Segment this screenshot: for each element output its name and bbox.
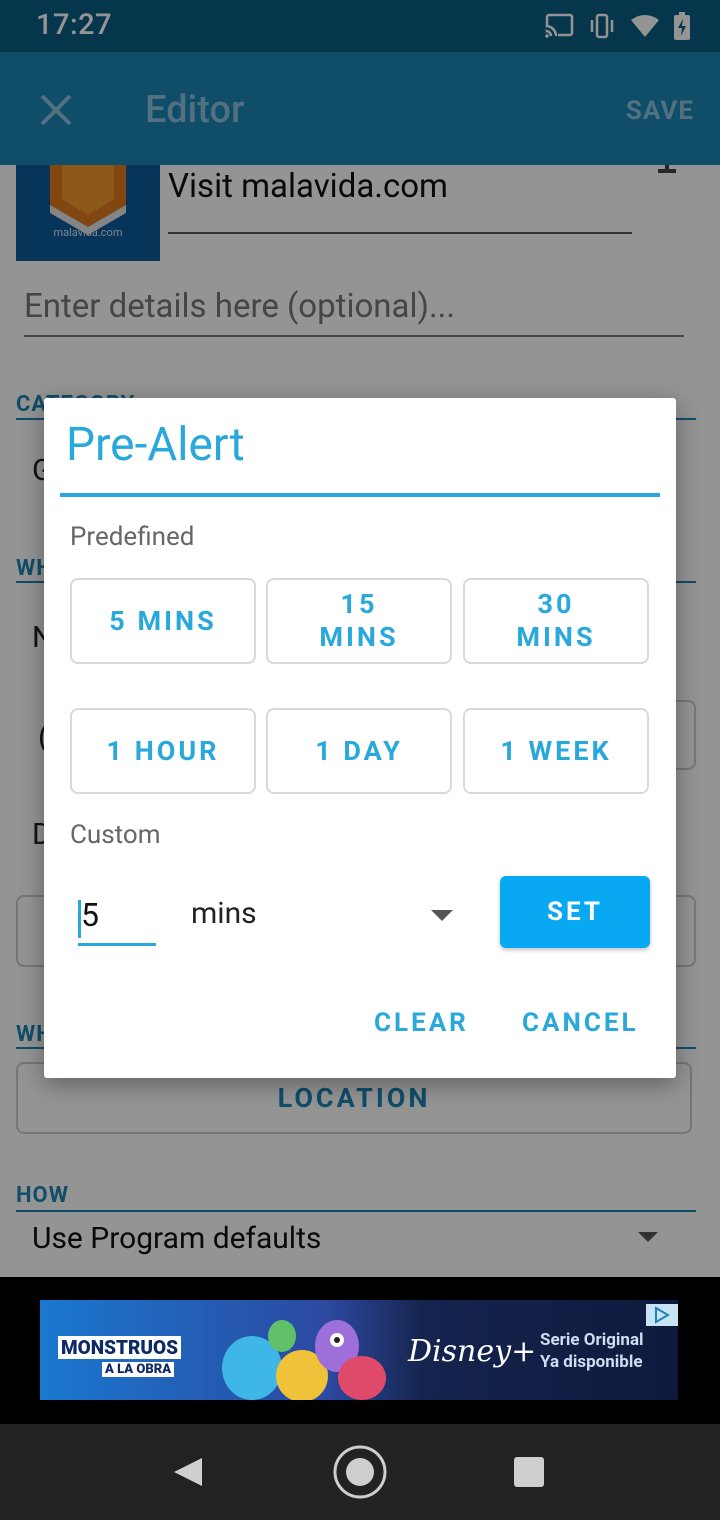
preset-15-mins-button[interactable]: 15 MINS	[266, 578, 452, 664]
preset-30-mins-button[interactable]: 30 MINS	[463, 578, 649, 664]
preset-5-mins-button[interactable]: 5 MINS	[70, 578, 256, 664]
custom-label: Custom	[70, 820, 161, 850]
dialog-title: Pre-Alert	[66, 418, 245, 472]
ad-brand-line1: MONSTRUOS	[58, 1336, 182, 1359]
ad-tagline-1: Serie Original	[540, 1330, 644, 1350]
ad-banner[interactable]: MONSTRUOS A LA OBRA Disney+ Serie Origin…	[40, 1300, 678, 1400]
ad-characters-image	[222, 1320, 386, 1400]
preset-1-day-button[interactable]: 1 DAY	[266, 708, 452, 794]
back-icon[interactable]	[172, 1456, 204, 1492]
custom-value-text: 5	[81, 896, 99, 934]
preset-30-mins-label: 30 MINS	[516, 588, 596, 653]
cancel-button[interactable]: CANCEL	[522, 1008, 639, 1038]
home-icon[interactable]	[332, 1444, 388, 1504]
preset-1-hour-button[interactable]: 1 HOUR	[70, 708, 256, 794]
unit-select-value[interactable]: mins	[191, 896, 257, 931]
custom-value-underline	[78, 943, 156, 946]
ad-brand-line2: A LA OBRA	[102, 1362, 175, 1377]
clear-button[interactable]: CLEAR	[374, 1008, 469, 1038]
set-button[interactable]: SET	[500, 876, 650, 948]
ad-service-logo: Disney+	[408, 1334, 537, 1369]
custom-value-input[interactable]: 5	[78, 896, 156, 946]
predefined-label: Predefined	[70, 522, 195, 552]
dialog-title-divider	[60, 493, 660, 497]
ad-choices-icon[interactable]	[646, 1304, 678, 1326]
preset-15-mins-label: 15 MINS	[319, 588, 399, 653]
ad-area: MONSTRUOS A LA OBRA Disney+ Serie Origin…	[0, 1277, 720, 1424]
unit-dropdown-icon[interactable]	[431, 910, 453, 921]
system-navigation-bar	[0, 1424, 720, 1520]
ad-tagline-2: Ya disponible	[540, 1352, 643, 1372]
recents-icon[interactable]	[514, 1457, 544, 1491]
preset-1-week-button[interactable]: 1 WEEK	[463, 708, 649, 794]
pre-alert-dialog: Pre-Alert Predefined 5 MINS 15 MINS 30 M…	[44, 398, 676, 1078]
